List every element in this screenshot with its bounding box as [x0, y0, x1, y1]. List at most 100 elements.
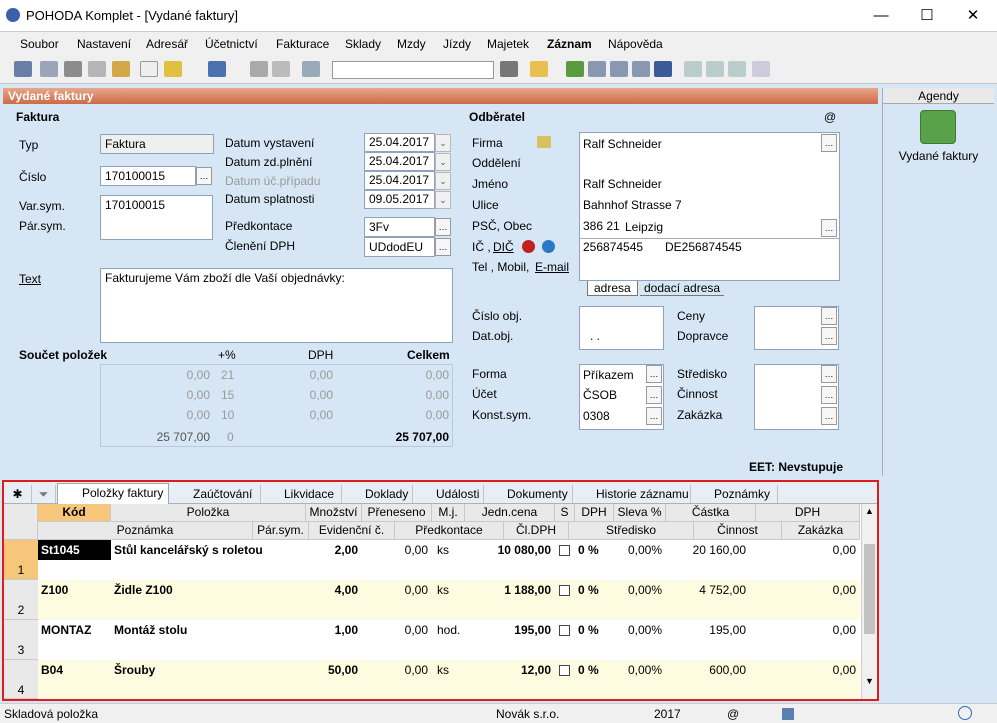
col-dph[interactable]: DPH	[575, 504, 614, 522]
col-sleva[interactable]: Sleva %	[614, 504, 666, 522]
save-icon[interactable]	[250, 61, 268, 77]
tab-doklady[interactable]: Doklady	[343, 485, 413, 503]
menu-adresar[interactable]: Adresář	[146, 37, 188, 51]
konst-button[interactable]: …	[646, 407, 662, 425]
edit-icon[interactable]	[164, 61, 182, 77]
scroll-thumb[interactable]	[864, 544, 875, 634]
psc-value[interactable]: 386 21	[583, 219, 620, 233]
cleneni-button[interactable]: …	[435, 238, 451, 256]
cleneni-field[interactable]: UDdodEU	[364, 237, 435, 257]
obec-button[interactable]: …	[821, 219, 837, 237]
stredisko-button[interactable]: …	[821, 365, 837, 383]
col-evidencni[interactable]: Evidenční č.	[309, 522, 395, 540]
ulice-value[interactable]: Bahnhof Strasse 7	[583, 198, 682, 212]
preview-icon[interactable]	[88, 61, 106, 77]
menu-zaznam[interactable]: Záznam	[547, 37, 592, 51]
table-row[interactable]: 1 St1045 Stůl kancelářský s roletou 2,00…	[4, 540, 860, 580]
menu-mzdy[interactable]: Mzdy	[397, 37, 426, 51]
filter-icon[interactable]	[500, 61, 518, 77]
ucet-button[interactable]: …	[646, 386, 662, 404]
new-icon[interactable]	[140, 61, 158, 77]
col-dphc[interactable]: DPH	[756, 504, 860, 522]
forma-button[interactable]: …	[646, 365, 662, 383]
email-at-icon[interactable]: @	[824, 110, 836, 124]
status-check-icon[interactable]	[958, 706, 972, 720]
col-cena[interactable]: Jedn.cena	[465, 504, 555, 522]
cislo-field[interactable]: 170100015	[100, 166, 196, 186]
typ-select[interactable]: Faktura	[100, 134, 214, 154]
col-parsym[interactable]: Pár.sym.	[253, 522, 309, 540]
obec-value[interactable]: Leipzig	[625, 220, 663, 234]
tab-polozky[interactable]: Položky faktury	[57, 483, 169, 504]
scroll-down-icon[interactable]: ▼	[863, 676, 876, 688]
cislo-obj-field[interactable]: . .	[579, 306, 664, 350]
calendar-icon[interactable]: ⌄	[435, 153, 451, 171]
col-cinnost[interactable]: Činnost	[694, 522, 782, 540]
calendar-icon[interactable]: ⌄	[435, 172, 451, 190]
grid-icon[interactable]	[632, 61, 650, 77]
col-poznamka[interactable]: Poznámka	[38, 522, 253, 540]
folder-icon[interactable]	[530, 61, 548, 77]
menu-sklady[interactable]: Sklady	[345, 37, 381, 51]
back-icon[interactable]	[208, 61, 226, 77]
minimize-icon[interactable]: —	[858, 0, 904, 32]
vertical-scrollbar[interactable]: ▲ ▼	[861, 504, 877, 699]
filter-icon[interactable]: ⏷	[32, 485, 56, 503]
table-row[interactable]: 4 B04 Šrouby 50,00 0,00 ks 12,00 0 % 0,0…	[4, 660, 860, 699]
menu-jizdy[interactable]: Jízdy	[443, 37, 471, 51]
invoice-agenda-icon[interactable]	[920, 110, 956, 144]
calc-icon[interactable]	[588, 61, 606, 77]
col-castka[interactable]: Částka	[666, 504, 756, 522]
text-area[interactable]: Fakturujeme Vám zboží dle Vaší objednávk…	[100, 268, 453, 343]
tab-poznamky[interactable]: Poznámky	[692, 485, 778, 503]
web-icon[interactable]	[542, 240, 555, 253]
tab-adresa[interactable]: adresa	[587, 281, 638, 296]
calendar-icon[interactable]: ⌄	[435, 134, 451, 152]
menu-soubor[interactable]: Soubor	[20, 37, 59, 51]
tab-dokumenty[interactable]: Dokumenty	[485, 485, 573, 503]
cell-s[interactable]	[559, 540, 570, 560]
address-book-icon[interactable]	[537, 136, 551, 148]
col-s[interactable]: S	[555, 504, 575, 522]
status-pen-icon[interactable]	[782, 708, 794, 720]
jmeno-value[interactable]: Ralf Schneider	[583, 177, 662, 191]
scroll-top-icon[interactable]: ▲	[863, 506, 876, 518]
col-stredisko[interactable]: Středisko	[569, 522, 694, 540]
col-mj[interactable]: M.j.	[432, 504, 465, 522]
table-row[interactable]: 2 Z100 Židle Z100 4,00 0,00 ks 1 188,00 …	[4, 580, 860, 620]
datum-zdplneni-field[interactable]: 25.04.2017	[364, 152, 435, 171]
agenda-item-label[interactable]: Vydané faktury	[883, 149, 994, 163]
menu-ucetnictvi[interactable]: Účetnictví	[205, 37, 258, 51]
print-icon[interactable]	[64, 61, 82, 77]
cell-s[interactable]	[559, 580, 570, 600]
firma-value[interactable]: Ralf Schneider	[583, 137, 662, 151]
list-icon[interactable]	[706, 61, 724, 77]
tab-zauctovani[interactable]: Zaúčtování	[171, 485, 261, 503]
col-preneseno[interactable]: Přeneseno	[362, 504, 432, 522]
calendar-icon[interactable]: ⌄	[435, 191, 451, 209]
menu-majetek[interactable]: Majetek	[487, 37, 529, 51]
datum-splatnosti-field[interactable]: 09.05.2017	[364, 190, 435, 209]
vies-icon[interactable]	[522, 240, 535, 253]
datum-vystaveni-field[interactable]: 25.04.2017	[364, 133, 435, 152]
help-icon[interactable]	[752, 61, 770, 77]
ceny-button[interactable]: …	[821, 307, 837, 325]
search-combo[interactable]	[332, 61, 494, 79]
predkontace-field[interactable]: 3Fv	[364, 217, 435, 237]
predkontace-button[interactable]: …	[435, 218, 451, 236]
cancel-icon[interactable]	[272, 61, 290, 77]
maximize-icon[interactable]: ☐	[904, 0, 950, 32]
col-zakazka[interactable]: Zakázka	[782, 522, 860, 540]
datum-ucpripadu-field[interactable]: 25.04.2017	[364, 171, 435, 190]
cell-s[interactable]	[559, 620, 570, 640]
table-row[interactable]: 3 MONTAZ Montáž stolu 1,00 0,00 hod. 195…	[4, 620, 860, 660]
dopravce-button[interactable]: …	[821, 327, 837, 345]
star-icon[interactable]: ✱	[4, 485, 32, 503]
table-icon[interactable]	[610, 61, 628, 77]
col-predkontace[interactable]: Předkontace	[395, 522, 504, 540]
col-cldph[interactable]: Čl.DPH	[504, 522, 569, 540]
cell-s[interactable]	[559, 660, 570, 680]
exit-icon[interactable]	[14, 61, 32, 77]
tag-icon[interactable]	[566, 61, 584, 77]
firma-button[interactable]: …	[821, 134, 837, 152]
